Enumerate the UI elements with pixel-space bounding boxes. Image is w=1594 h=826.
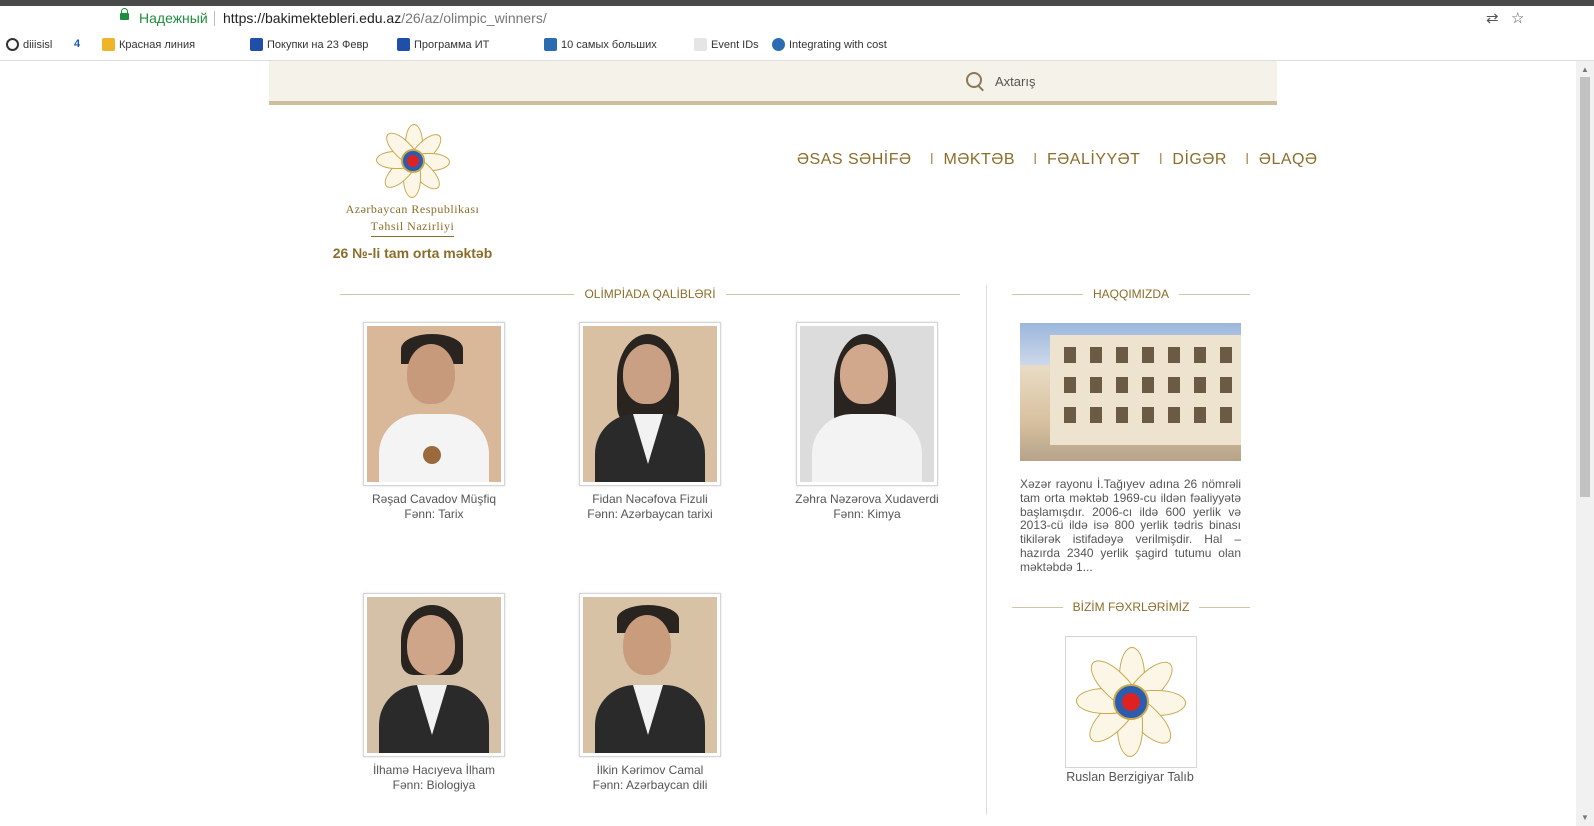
translate-icon[interactable]: ⇄ xyxy=(1486,9,1499,27)
winner-photo xyxy=(583,597,717,753)
bookmark-item[interactable]: 4 xyxy=(74,38,80,50)
winner-subject: Fənn: Kimya xyxy=(833,507,901,521)
winner-name: Zəhra Nəzərova Xudaverdi xyxy=(795,492,939,506)
nav-divider: I xyxy=(1158,151,1164,168)
bookmark-item[interactable]: diiisisl xyxy=(6,38,52,51)
winner-name: İlhamə Hacıyeva İlham xyxy=(372,763,496,777)
section-title: OLİMPİADA QALİBLƏRİ xyxy=(584,287,716,301)
nav-divider: I xyxy=(1033,151,1038,168)
bookmark-item[interactable]: Красная линия xyxy=(102,38,195,51)
about-section-heading: HAQQIMIZDA xyxy=(1012,287,1250,301)
github-icon xyxy=(6,38,19,51)
nav-item-home[interactable]: ƏSAS SƏHİFƏ xyxy=(797,151,912,169)
winner-photo-frame[interactable] xyxy=(579,593,721,757)
star-icon[interactable]: ☆ xyxy=(1511,9,1524,27)
winner-subject: Fənn: Azərbaycan tarixi xyxy=(587,507,713,521)
nav-item-contact[interactable]: ƏLAQƏ xyxy=(1259,151,1318,169)
winner-photo xyxy=(583,326,717,482)
search-icon[interactable] xyxy=(966,72,982,88)
winner-subject: Fənn: Tarix xyxy=(404,507,464,521)
secure-label: Надежный xyxy=(139,10,208,26)
url-text[interactable]: https://bakimektebleri.edu.az/26/az/olim… xyxy=(223,10,547,26)
nav-item-other[interactable]: DİGƏR xyxy=(1172,151,1227,169)
main-nav: ƏSAS SƏHİFƏ I MƏKTƏB I FƏALİYYƏT I DİGƏR… xyxy=(797,151,1318,169)
column-divider xyxy=(986,285,987,815)
bookmark-item[interactable]: Integrating with cost xyxy=(772,38,887,51)
nav-divider: I xyxy=(929,151,935,168)
winner-subject: Fənn: Biologiya xyxy=(392,778,476,792)
winner-subject: Fənn: Azərbaycan dili xyxy=(592,778,708,792)
bookmark-item[interactable]: Event IDs xyxy=(694,38,759,51)
power-icon xyxy=(397,38,410,51)
winner-name: İlkin Kərimov Camal xyxy=(596,763,704,777)
winner-photo-frame[interactable] xyxy=(363,322,505,486)
winner-photo-frame[interactable] xyxy=(579,322,721,486)
document-icon xyxy=(694,38,707,51)
scroll-down-icon[interactable]: ▼ xyxy=(1581,813,1589,822)
winner-photo xyxy=(367,326,501,482)
winner-photo xyxy=(367,597,501,753)
page-scrollbar[interactable]: ▲ ▼ xyxy=(1576,61,1594,826)
scrollbar-thumb[interactable] xyxy=(1580,77,1590,497)
ten-icon xyxy=(544,38,557,51)
logo-line-2: Təhsil Nazirliyi xyxy=(370,219,455,237)
bookmark-item[interactable]: Программа ИТ xyxy=(397,38,489,51)
nav-item-school[interactable]: MƏKTƏB xyxy=(943,151,1015,169)
winner-photo-frame[interactable] xyxy=(363,593,505,757)
scroll-up-icon[interactable]: ▲ xyxy=(1581,65,1589,74)
site-search-bar: Axtarış xyxy=(269,61,1277,105)
winner-name: Fidan Nəcəfova Fizuli xyxy=(592,492,708,506)
winners-section-heading: OLİMPİADA QALİBLƏRİ xyxy=(340,287,960,301)
winner-name: Rəşad Cavadov Müşfiq xyxy=(371,492,497,506)
bookmark-item[interactable]: 10 самых больших xyxy=(544,38,657,51)
nav-divider: I xyxy=(1244,151,1250,168)
search-link[interactable]: Axtarış xyxy=(995,74,1035,89)
pride-image[interactable] xyxy=(1065,636,1197,768)
bookmark-icon xyxy=(102,38,115,51)
school-name: 26 №-li tam orta məktəb xyxy=(332,245,493,261)
winner-card[interactable]: Rəşad Cavadov Müşfiq Fənn: Tarix xyxy=(344,322,524,522)
ministry-emblem-icon xyxy=(375,124,450,198)
site-logo[interactable]: Azərbaycan Respublikası Təhsil Nazirliyi… xyxy=(320,124,505,261)
power-icon xyxy=(250,38,263,51)
school-building-image[interactable] xyxy=(1020,323,1241,461)
nav-item-activity[interactable]: FƏALİYYƏT xyxy=(1047,151,1140,169)
address-separator xyxy=(214,11,215,26)
address-bar[interactable]: Надежный https://bakimektebleri.edu.az/2… xyxy=(0,6,1594,32)
winner-card[interactable]: İlkin Kərimov Camal Fənn: Azərbaycan dil… xyxy=(560,593,740,793)
lock-icon xyxy=(120,8,129,20)
logo-line-1: Azərbaycan Respublikası xyxy=(345,202,480,216)
bookmark-item[interactable]: Покупки на 23 Февр xyxy=(250,38,368,51)
pride-title: BİZİM FƏXRLƏRİMİZ xyxy=(1072,600,1190,614)
winner-card[interactable]: Zəhra Nəzərova Xudaverdi Fənn: Kimya xyxy=(777,322,957,522)
bookmarks-bar: diiisisl 4 Красная линия Покупки на 23 Ф… xyxy=(0,32,1594,61)
globe-icon xyxy=(772,38,785,51)
winner-photo xyxy=(800,326,934,482)
ministry-emblem-icon xyxy=(1076,647,1186,757)
winner-card[interactable]: İlhamə Hacıyeva İlham Fənn: Biologiya xyxy=(344,593,524,793)
winner-photo-frame[interactable] xyxy=(796,322,938,486)
about-text: Xəzər rayonu İ.Tağıyev adına 26 nömrəli … xyxy=(1020,477,1241,574)
pride-section-heading: BİZİM FƏXRLƏRİMİZ xyxy=(1012,600,1250,614)
winner-card[interactable]: Fidan Nəcəfova Fizuli Fənn: Azərbaycan t… xyxy=(560,322,740,522)
about-title: HAQQIMIZDA xyxy=(1092,287,1169,301)
pride-name[interactable]: Ruslan Berzigiyar Talıb xyxy=(1040,770,1220,784)
